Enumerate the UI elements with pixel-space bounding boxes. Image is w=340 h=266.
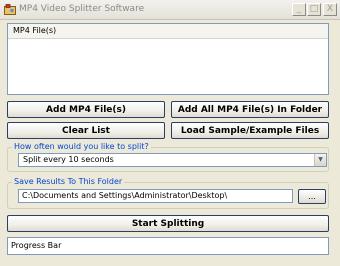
app-window: MP4 Video Splitter Software _ □ X MP4 Fi… (0, 0, 340, 266)
load-sample-button[interactable]: Load Sample/Example Files (171, 122, 329, 139)
maximize-button[interactable]: □ (307, 3, 321, 16)
browse-button[interactable]: ... (298, 189, 326, 204)
output-folder-input[interactable]: C:\Documents and Settings\Administrator\… (18, 189, 293, 203)
minimize-icon: _ (296, 4, 302, 14)
file-list[interactable]: MP4 File(s) (7, 23, 329, 95)
save-group: Save Results To This Folder C:\Documents… (7, 177, 329, 209)
file-list-header[interactable]: MP4 File(s) (8, 24, 328, 39)
chevron-down-icon[interactable]: ▼ (314, 154, 326, 166)
app-icon (4, 4, 16, 15)
add-files-button[interactable]: Add MP4 File(s) (7, 101, 165, 118)
split-group-label: How often would you like to split? (12, 142, 151, 151)
split-interval-select[interactable]: Split every 10 seconds ▼ (18, 153, 327, 167)
minimize-button[interactable]: _ (292, 3, 306, 16)
save-group-label: Save Results To This Folder (12, 177, 125, 186)
split-group: How often would you like to split? Split… (7, 142, 329, 172)
close-icon: X (326, 4, 334, 14)
start-splitting-button[interactable]: Start Splitting (7, 215, 329, 232)
progress-bar: Progress Bar (7, 237, 329, 255)
maximize-icon: □ (309, 4, 319, 14)
close-button[interactable]: X (323, 3, 337, 16)
clear-list-button[interactable]: Clear List (7, 122, 165, 139)
split-interval-value: Split every 10 seconds (23, 155, 114, 164)
window-title: MP4 Video Splitter Software (19, 4, 145, 14)
add-folder-files-button[interactable]: Add All MP4 File(s) In Folder (171, 101, 329, 118)
title-bar[interactable]: MP4 Video Splitter Software _ □ X (0, 0, 340, 20)
